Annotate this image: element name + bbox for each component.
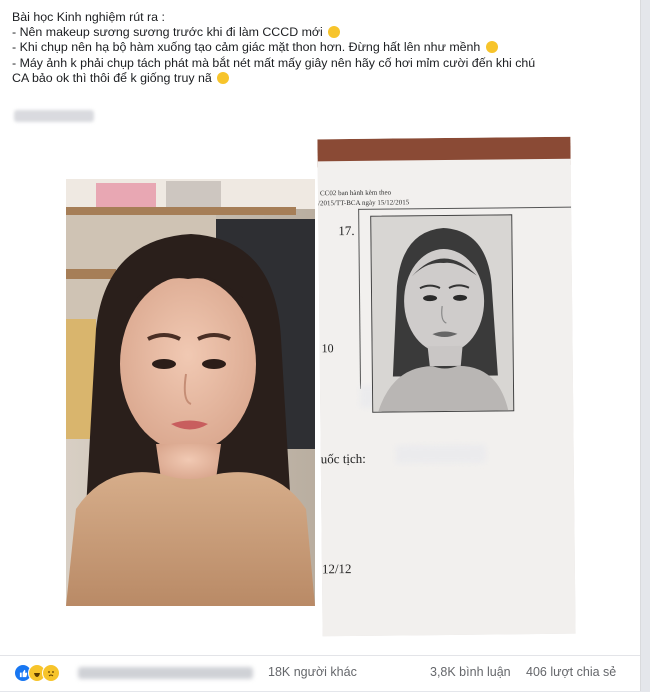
post-footer: 18K người khác 3,8K bình luận 406 lượt c… [0, 655, 640, 692]
comment-count[interactable]: 3,8K bình luận [430, 665, 511, 679]
doc-label-10: 10 [321, 341, 334, 356]
id-portrait-illustration [371, 215, 514, 412]
post-line: CA bảo ok thì thôi để k giống truy nã [12, 71, 632, 86]
reaction-others-count[interactable]: 18K người khác [268, 665, 357, 679]
doc-nationality-label: uốc tịch: [320, 450, 366, 467]
id-card-scan[interactable]: CC02 ban hành kèm theo /2015/TT-BCA ngày… [317, 136, 576, 637]
slightly-smiling-emoji-icon [328, 26, 341, 39]
doc-number: 17. [338, 222, 355, 239]
post-card: Bài học Kinh nghiệm rút ra : - Nên makeu… [0, 0, 641, 691]
selfie-photo[interactable] [66, 179, 315, 606]
reaction-icons[interactable] [14, 664, 60, 682]
share-count[interactable]: 406 lượt chia sẻ [526, 665, 616, 679]
selfie-illustration [66, 179, 315, 606]
post-photos[interactable]: CC02 ban hành kèm theo /2015/TT-BCA ngày… [0, 132, 640, 650]
id-portrait [370, 214, 515, 413]
grinning-sweat-emoji-icon [485, 41, 498, 54]
post-line: - Khi chụp nên hạ bộ hàm xuống tạo cảm g… [12, 40, 632, 55]
reaction-names-redacted[interactable] [78, 667, 253, 679]
post-line: - Máy ảnh k phải chụp tách phát mà bắt n… [12, 55, 536, 70]
doc-header-1: CC02 ban hành kèm theo [319, 188, 392, 198]
laughing-emoji-icon [217, 71, 230, 84]
post-text: Bài học Kinh nghiệm rút ra : - Nên makeu… [12, 10, 632, 86]
post-line: - Nên makeup sương sương trước khi đi là… [12, 25, 632, 40]
blurred-link[interactable] [14, 110, 94, 122]
redacted-field [395, 444, 486, 464]
post-line: Bài học Kinh nghiệm rút ra : [12, 10, 165, 24]
doc-date: 12/12 [321, 561, 352, 577]
doc-header-2: /2015/TT-BCA ngày 15/12/2015 [318, 198, 410, 208]
sad-icon [42, 664, 60, 682]
document-paper: CC02 ban hành kèm theo /2015/TT-BCA ngày… [317, 158, 576, 637]
